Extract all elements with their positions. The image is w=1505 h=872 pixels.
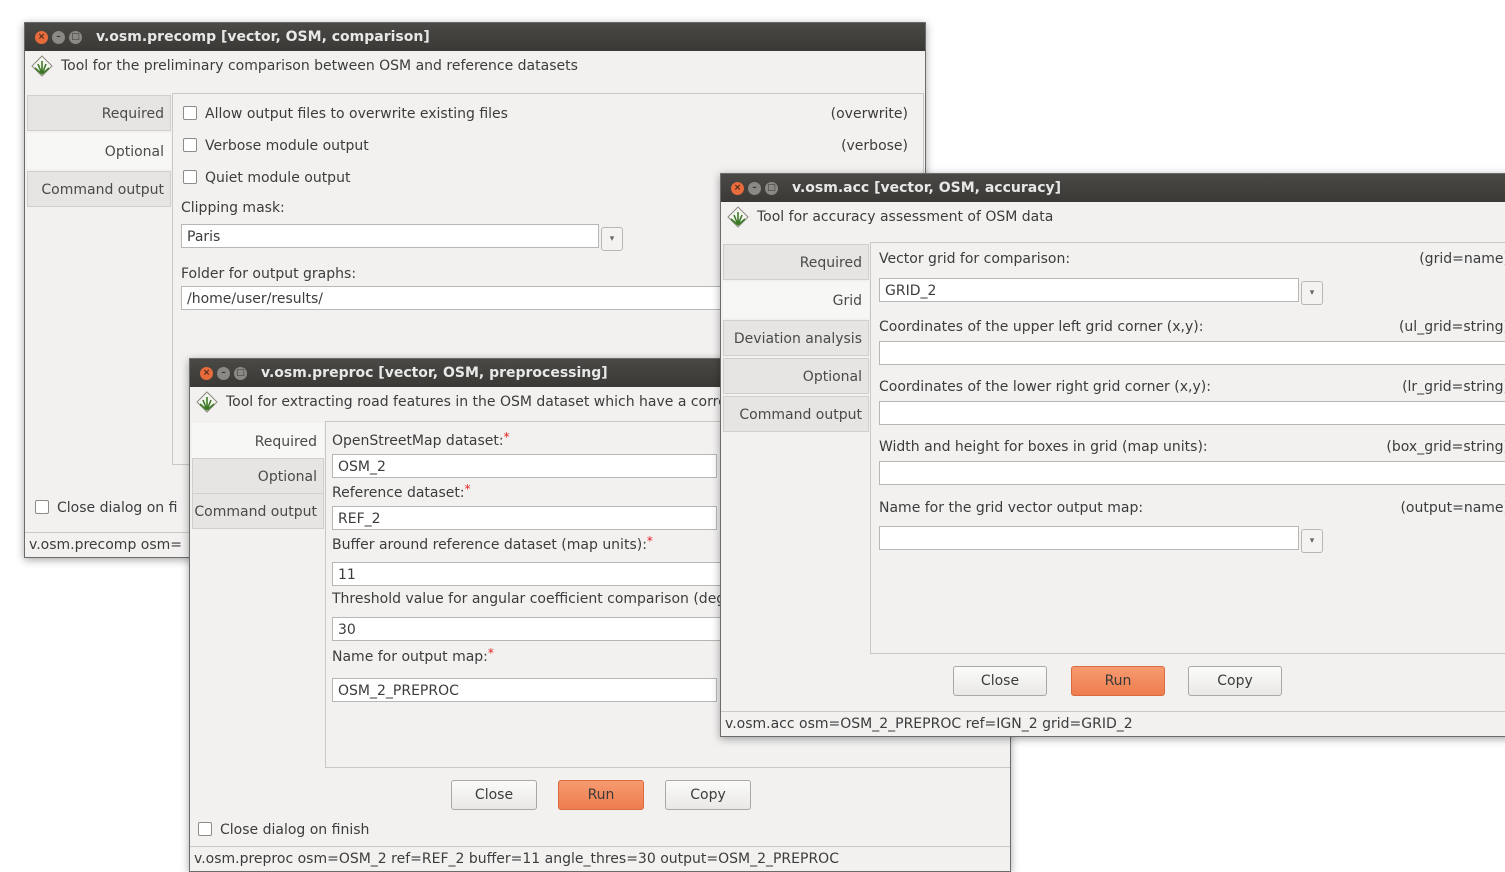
grass-logo-icon: [727, 206, 749, 228]
reference-dataset-input[interactable]: REF_2: [332, 506, 717, 530]
quiet-checkbox[interactable]: [183, 170, 197, 184]
vector-grid-input[interactable]: GRID_2: [879, 278, 1299, 302]
overwrite-option[interactable]: Allow output files to overwrite existing…: [183, 106, 918, 122]
folder-label: Folder for output graphs:: [181, 266, 357, 282]
close-button[interactable]: Close: [451, 780, 537, 810]
close-button[interactable]: Close: [953, 666, 1047, 696]
lr-grid-input[interactable]: [879, 401, 1505, 425]
verbose-checkbox[interactable]: [183, 138, 197, 152]
maximize-window-icon[interactable]: □: [765, 181, 778, 195]
angle-threshold-label: Threshold value for angular coefficient …: [332, 591, 731, 607]
close-on-finish-option[interactable]: Close dialog on fi: [35, 500, 177, 516]
close-window-icon[interactable]: ×: [35, 30, 48, 44]
close-on-finish-checkbox[interactable]: [198, 822, 212, 836]
grass-logo-icon: [31, 55, 53, 77]
box-grid-label: Width and height for boxes in grid (map …: [879, 439, 1505, 455]
clipping-mask-label: Clipping mask:: [181, 200, 285, 216]
tab-optional[interactable]: Optional: [723, 358, 869, 394]
clipping-dropdown-icon[interactable]: ▾: [601, 227, 623, 251]
osm-dataset-input[interactable]: OSM_2: [332, 454, 717, 478]
acc-window: × – □ v.osm.acc [vector, OSM, accuracy] …: [720, 173, 1505, 737]
close-on-finish-option[interactable]: Close dialog on finish: [198, 822, 369, 838]
ul-grid-label: Coordinates of the upper left grid corne…: [879, 319, 1505, 335]
vector-grid-label: Vector grid for comparison: (grid=name): [879, 251, 1505, 267]
vector-grid-dropdown-icon[interactable]: ▾: [1301, 281, 1323, 305]
output-name-input[interactable]: [879, 526, 1299, 550]
output-map-input[interactable]: OSM_2_PREPROC: [332, 678, 717, 702]
output-name-dropdown-icon[interactable]: ▾: [1301, 529, 1323, 553]
minimize-window-icon[interactable]: –: [748, 181, 761, 195]
precomp-titlebar[interactable]: × – □ v.osm.precomp [vector, OSM, compar…: [25, 23, 925, 51]
window-title: v.osm.precomp [vector, OSM, comparison]: [96, 29, 430, 45]
grass-logo-icon: [196, 391, 218, 413]
tab-optional[interactable]: Optional: [27, 133, 171, 169]
close-window-icon[interactable]: ×: [731, 181, 744, 195]
quiet-option[interactable]: Quiet module output: [183, 170, 350, 186]
ul-grid-input[interactable]: [879, 341, 1505, 365]
run-button[interactable]: Run: [558, 780, 644, 810]
minimize-window-icon[interactable]: –: [217, 366, 230, 380]
angle-threshold-input[interactable]: 30: [332, 617, 732, 641]
lr-grid-label: Coordinates of the lower right grid corn…: [879, 379, 1505, 395]
copy-button[interactable]: Copy: [1188, 666, 1282, 696]
acc-titlebar[interactable]: × – □ v.osm.acc [vector, OSM, accuracy]: [721, 174, 1505, 202]
box-grid-input[interactable]: [879, 461, 1505, 485]
copy-button[interactable]: Copy: [665, 780, 751, 810]
run-button[interactable]: Run: [1071, 666, 1165, 696]
buffer-label: Buffer around reference dataset (map uni…: [332, 534, 653, 553]
tab-command-output[interactable]: Command output: [723, 396, 869, 432]
module-description: Tool for the preliminary comparison betw…: [25, 51, 925, 81]
tab-required[interactable]: Required: [27, 95, 171, 131]
buffer-input[interactable]: 11: [332, 562, 732, 586]
osm-dataset-label: OpenStreetMap dataset:*: [332, 430, 510, 449]
module-description: Tool for accuracy assessment of OSM data: [721, 202, 1505, 232]
reference-dataset-label: Reference dataset:*: [332, 482, 471, 501]
window-title: v.osm.acc [vector, OSM, accuracy]: [792, 180, 1062, 196]
output-map-label: Name for output map:*: [332, 646, 494, 665]
tab-grid[interactable]: Grid: [723, 282, 869, 318]
tab-command-output[interactable]: Command output: [27, 171, 171, 207]
verbose-option[interactable]: Verbose module output (verbose): [183, 138, 918, 154]
tab-optional[interactable]: Optional: [192, 458, 324, 494]
command-status: v.osm.preproc osm=OSM_2 ref=REF_2 buffer…: [190, 846, 1010, 871]
tab-command-output[interactable]: Command output: [192, 493, 324, 529]
tab-required[interactable]: Required: [723, 244, 869, 280]
acc-grid-panel: Vector grid for comparison: (grid=name) G…: [870, 242, 1505, 654]
maximize-window-icon[interactable]: □: [69, 30, 82, 44]
output-name-label: Name for the grid vector output map: (out…: [879, 500, 1505, 516]
close-on-finish-checkbox[interactable]: [35, 500, 49, 514]
close-window-icon[interactable]: ×: [200, 366, 213, 380]
command-status: v.osm.acc osm=OSM_2_PREPROC ref=IGN_2 gr…: [721, 711, 1505, 736]
tab-required[interactable]: Required: [192, 423, 324, 459]
maximize-window-icon[interactable]: □: [234, 366, 247, 380]
minimize-window-icon[interactable]: –: [52, 30, 65, 44]
clipping-mask-input[interactable]: Paris: [181, 224, 599, 248]
tab-deviation-analysis[interactable]: Deviation analysis: [723, 320, 869, 356]
window-title: v.osm.preproc [vector, OSM, preprocessin…: [261, 365, 608, 381]
overwrite-checkbox[interactable]: [183, 106, 197, 120]
